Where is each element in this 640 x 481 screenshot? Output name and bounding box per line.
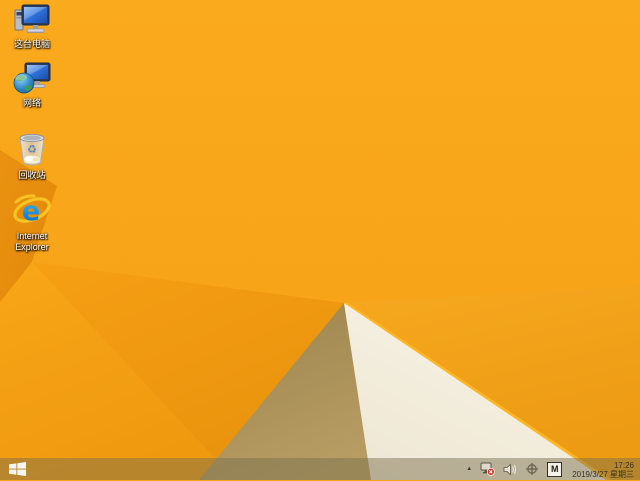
taskbar: ▲ M 17:26 2019/3/27 星期三 [0,458,640,480]
desktop-icon-recycle-bin[interactable]: ♻ 回收站 [0,132,64,181]
desktop-icon-network[interactable]: 网络 [0,62,64,109]
svg-text:♻: ♻ [27,144,37,156]
desktop-icon-label: 网络 [22,98,41,108]
desktop-icon-label: Internet Explorer [15,231,49,252]
taskbar-clock[interactable]: 17:26 2019/3/27 星期三 [570,459,636,480]
desktop-icon-this-pc[interactable]: 这台电脑 [0,3,64,50]
clock-time: 17:26 [613,460,634,470]
internet-explorer-icon: e [13,194,51,227]
recycle-bin-icon: ♻ [19,133,45,166]
desktop-icon-internet-explorer[interactable]: e Internet Explorer [0,193,64,253]
ime-indicator[interactable]: M [547,458,563,480]
network-disconnected-icon[interactable] [480,458,495,480]
safely-remove-hardware-icon[interactable] [525,458,539,480]
volume-icon[interactable] [503,458,517,480]
clock-date: 2019/3/27 星期三 [572,469,634,479]
this-pc-icon [14,4,50,33]
wallpaper [0,0,640,480]
svg-text:e: e [22,196,40,227]
windows-logo-icon [8,462,26,476]
desktop-icon-label: 回收站 [18,170,46,180]
show-hidden-icons-button[interactable]: ▲ [466,458,472,481]
ime-mode-letter: M [547,461,563,477]
start-button[interactable] [0,458,34,480]
system-tray: ▲ M 17:26 2019/3/27 星期三 [466,458,640,480]
desktop: { "desktop": { "icons": [ { "name": "thi… [0,0,640,480]
desktop-icon-label: 这台电脑 [13,39,50,49]
network-icon [13,62,51,94]
